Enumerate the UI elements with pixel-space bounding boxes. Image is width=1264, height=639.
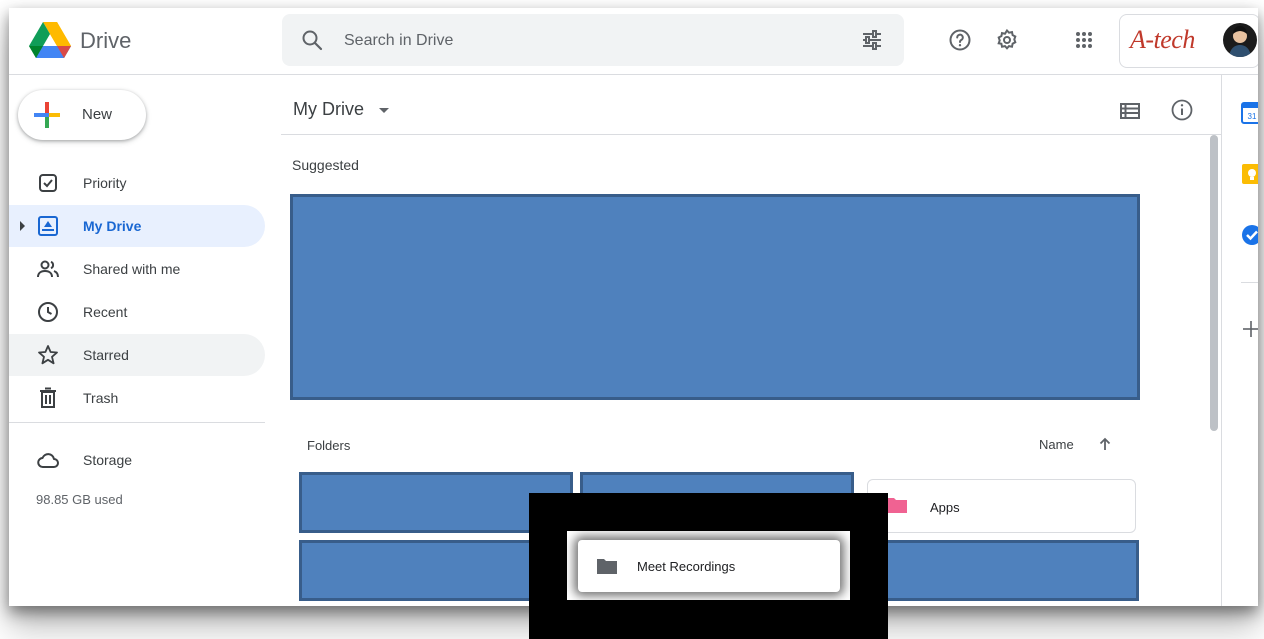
- side-panel: 31: [1221, 75, 1258, 606]
- settings-gear-icon[interactable]: [995, 28, 1019, 52]
- sidebar-item-shared[interactable]: Shared with me: [9, 248, 265, 290]
- account-switcher[interactable]: A-tech: [1119, 14, 1258, 68]
- avatar[interactable]: [1223, 23, 1257, 57]
- profile-photo-icon: [1229, 26, 1251, 57]
- title-dropdown-icon[interactable]: [379, 108, 389, 113]
- sidebar-divider: [9, 422, 265, 423]
- folder-name: Apps: [930, 500, 960, 515]
- shared-icon: [37, 260, 59, 278]
- top-header: Drive Search in Drive A-tech: [9, 8, 1258, 75]
- folder-card-apps[interactable]: Apps: [867, 479, 1136, 533]
- sidebar-item-starred[interactable]: Starred: [9, 334, 265, 376]
- plus-icon: [34, 102, 60, 128]
- sidebar-item-label: Starred: [83, 347, 129, 363]
- help-icon[interactable]: [948, 28, 972, 52]
- side-panel-divider: [1241, 282, 1258, 283]
- folder-icon: [597, 559, 617, 574]
- page-title[interactable]: My Drive: [293, 99, 364, 120]
- folder-icon: [887, 498, 907, 513]
- folder-name: Meet Recordings: [637, 559, 736, 574]
- clock-icon: [38, 302, 58, 322]
- sidebar-item-label: My Drive: [83, 218, 142, 234]
- cloud-icon: [37, 453, 59, 468]
- info-icon[interactable]: [1170, 98, 1194, 122]
- brand-logo-text: A-tech: [1130, 25, 1195, 54]
- search-bar[interactable]: [282, 14, 904, 66]
- sidebar-item-label: Recent: [83, 304, 128, 320]
- redacted-suggested-files: [290, 194, 1140, 400]
- sidebar-item-label: Trash: [83, 390, 119, 406]
- svg-text:31: 31: [1248, 112, 1257, 121]
- apps-grid-icon[interactable]: [1072, 28, 1096, 52]
- sidebar-item-trash[interactable]: Trash: [9, 377, 265, 419]
- list-view-icon[interactable]: [1119, 100, 1141, 122]
- star-icon: [38, 345, 58, 365]
- search-input[interactable]: [342, 26, 826, 56]
- app-name: Drive: [80, 28, 132, 53]
- sort-by-name-button[interactable]: Name: [1039, 437, 1074, 452]
- sidebar-item-label: Priority: [83, 175, 127, 191]
- keep-icon[interactable]: [1241, 163, 1258, 185]
- expand-caret-icon[interactable]: [20, 221, 25, 231]
- my-drive-icon: [38, 216, 58, 236]
- tasks-icon[interactable]: [1241, 224, 1258, 246]
- calendar-icon[interactable]: 31: [1241, 102, 1258, 124]
- add-addon-icon[interactable]: [1242, 320, 1258, 338]
- sidebar-item-label: Shared with me: [83, 261, 181, 277]
- sidebar-item-my-drive[interactable]: My Drive: [9, 205, 265, 247]
- sidebar: New Priority My Drive Shared with me Rec…: [9, 75, 274, 606]
- new-button[interactable]: New: [18, 90, 146, 140]
- sidebar-item-storage[interactable]: Storage: [9, 439, 265, 481]
- priority-icon: [39, 174, 57, 192]
- sidebar-item-priority[interactable]: Priority: [9, 162, 265, 204]
- vertical-scrollbar[interactable]: [1210, 135, 1218, 431]
- new-button-label: New: [82, 106, 113, 123]
- trash-icon: [40, 387, 56, 408]
- folder-card-meet-recordings[interactable]: Meet Recordings: [578, 540, 840, 592]
- search-options-icon[interactable]: [860, 28, 884, 52]
- title-bar: My Drive: [281, 75, 1221, 135]
- sidebar-item-label: Storage: [83, 452, 133, 468]
- suggested-heading: Suggested: [292, 157, 359, 173]
- sidebar-item-recent[interactable]: Recent: [9, 291, 265, 333]
- drive-logo-icon[interactable]: [29, 22, 71, 58]
- search-icon[interactable]: [300, 28, 324, 52]
- redacted-folder: [867, 540, 1139, 601]
- storage-used-text: 98.85 GB used: [36, 492, 123, 507]
- sort-ascending-arrow-icon[interactable]: [1097, 436, 1113, 452]
- folders-heading: Folders: [307, 438, 351, 453]
